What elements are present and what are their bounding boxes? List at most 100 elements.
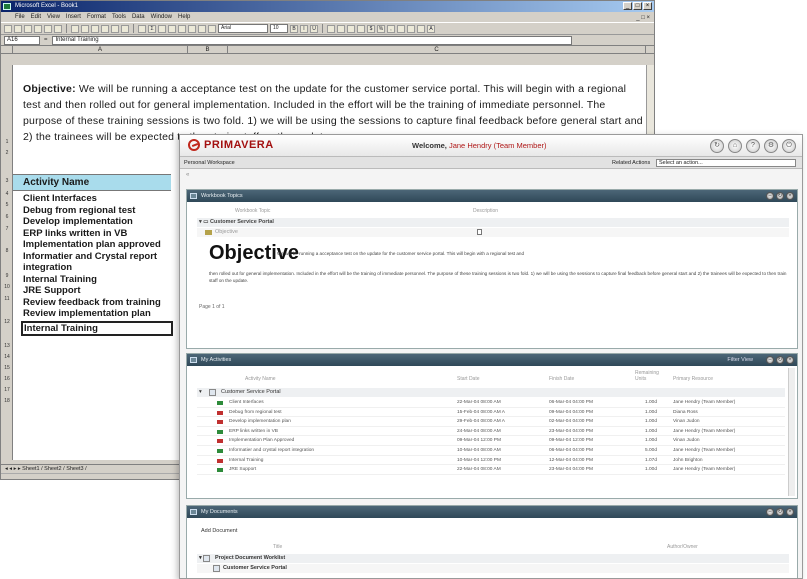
align-left-icon[interactable]	[327, 24, 335, 33]
col-start-date[interactable]: Start Date	[457, 376, 480, 382]
row-number[interactable]: 4	[1, 191, 13, 197]
column-header-a[interactable]: A	[13, 46, 188, 53]
percent-icon[interactable]: %	[377, 24, 385, 33]
document-folder-row[interactable]: ▾ Project Document Worklist	[197, 554, 789, 563]
row-number[interactable]: 6	[1, 214, 13, 220]
function-icon[interactable]	[158, 24, 166, 33]
col-primary-resource[interactable]: Primary Resource	[673, 376, 713, 382]
menu-format[interactable]: Format	[87, 12, 106, 22]
name-box[interactable]: A16	[4, 35, 40, 45]
activity-cell[interactable]: Informatier and Crystal report integrati…	[23, 251, 173, 274]
undo-icon[interactable]	[111, 24, 119, 33]
workspace-title[interactable]: Personal Workspace	[184, 160, 235, 166]
formula-input[interactable]: Internal Training	[51, 35, 572, 45]
document-subfolder-row[interactable]: Customer Service Portal	[197, 564, 789, 573]
autosum-icon[interactable]: Σ	[148, 24, 156, 33]
col-finish-date[interactable]: Finish Date	[549, 376, 574, 382]
activity-row[interactable]: ERP links written in VB 24-Mar-04 08:00 A…	[197, 427, 785, 437]
row-number[interactable]: 3	[1, 178, 13, 184]
user-name[interactable]: Jane Hendry (Team Member)	[449, 141, 547, 150]
row-number[interactable]: 7	[1, 226, 13, 232]
column-header-c[interactable]: C	[228, 46, 646, 53]
align-center-icon[interactable]	[337, 24, 345, 33]
font-color-icon[interactable]: A	[427, 24, 435, 33]
activity-cell[interactable]: Implementation plan approved	[23, 239, 173, 251]
copy-icon[interactable]	[81, 24, 89, 33]
underline-icon[interactable]: U	[310, 24, 318, 33]
select-all-corner[interactable]	[1, 46, 13, 53]
activity-name-header[interactable]: Activity Name	[13, 174, 171, 191]
font-name-select[interactable]: Arial	[218, 24, 268, 33]
collapse-icon[interactable]: ▾	[199, 388, 202, 397]
activity-row[interactable]: Develop implementation plan 29-Feb-04 08:…	[197, 417, 785, 427]
activity-cell[interactable]: Debug from regional test	[23, 205, 173, 217]
format-painter-icon[interactable]	[101, 24, 109, 33]
activity-row[interactable]: Implementation Plan Approved 09-Mar-04 12…	[197, 436, 785, 446]
activity-row[interactable]: Debug from regional test 15-Feb-04 08:00 …	[197, 408, 785, 418]
bold-icon[interactable]: B	[290, 24, 298, 33]
preview-icon[interactable]	[44, 24, 52, 33]
close-icon[interactable]: ×	[643, 2, 652, 10]
portlet-refresh-icon[interactable]: ↻	[776, 356, 784, 364]
activities-scrollbar[interactable]	[788, 368, 795, 496]
activity-row[interactable]: JRE Support 22-Mar-04 08:00 AM 23-Mar-04 0…	[197, 465, 785, 475]
row-number[interactable]: 17	[1, 387, 13, 393]
row-number[interactable]: 16	[1, 376, 13, 382]
italic-icon[interactable]: I	[300, 24, 308, 33]
portlet-minimize-icon[interactable]: –	[766, 508, 774, 516]
menu-help[interactable]: Help	[178, 12, 190, 22]
collapse-arrow-icon[interactable]: «	[186, 172, 189, 178]
row-number[interactable]: 1	[1, 139, 13, 145]
activity-cell[interactable]: JRE Support	[23, 285, 173, 297]
sheet-tab-list[interactable]: Sheet1 / Sheet2 / Sheet3 /	[22, 466, 87, 472]
font-size-select[interactable]: 10	[270, 24, 288, 33]
excel-titlebar[interactable]: Microsoft Excel - Book1 _ □ ×	[1, 1, 654, 12]
activity-cell[interactable]: Review feedback from training	[23, 297, 173, 309]
minimize-icon[interactable]: _	[623, 2, 632, 10]
home-icon[interactable]: ⌂	[728, 139, 742, 153]
activity-row[interactable]: Informatier and crystal report integrati…	[197, 446, 785, 456]
menu-insert[interactable]: Insert	[66, 12, 81, 22]
hyperlink-icon[interactable]	[138, 24, 146, 33]
sort-descending-icon[interactable]	[178, 24, 186, 33]
add-document-link[interactable]: Add Document	[201, 528, 237, 534]
refresh-icon[interactable]: ↻	[710, 139, 724, 153]
merge-center-icon[interactable]	[357, 24, 365, 33]
help-icon[interactable]: ?	[746, 139, 760, 153]
portlet-minimize-icon[interactable]: –	[766, 356, 774, 364]
spelling-icon[interactable]	[54, 24, 62, 33]
row-number[interactable]: 2	[1, 150, 13, 156]
portlet-close-icon[interactable]: ×	[786, 508, 794, 516]
menu-view[interactable]: View	[47, 12, 60, 22]
column-header-b[interactable]: B	[188, 46, 228, 53]
menu-data[interactable]: Data	[132, 12, 145, 22]
formula-icon[interactable]: =	[44, 37, 48, 43]
menu-edit[interactable]: Edit	[31, 12, 41, 22]
activity-row[interactable]: Internal Training 10-Mar-04 12:00 PM 12-Ma…	[197, 456, 785, 466]
settings-icon[interactable]: ⚙	[764, 139, 778, 153]
col-title[interactable]: Title	[273, 544, 282, 550]
portlet-close-icon[interactable]: ×	[786, 356, 794, 364]
redo-icon[interactable]	[121, 24, 129, 33]
col-author-owner[interactable]: Author/Owner	[667, 544, 698, 550]
row-number[interactable]: 5	[1, 202, 13, 208]
drawing-icon[interactable]	[198, 24, 206, 33]
maximize-icon[interactable]: □	[633, 2, 642, 10]
zoom-icon[interactable]	[208, 24, 216, 33]
portlet-minimize-icon[interactable]: –	[766, 192, 774, 200]
logout-icon[interactable]: ⏻	[782, 139, 796, 153]
portlet-refresh-icon[interactable]: ↻	[776, 192, 784, 200]
filter-view-link[interactable]: Filter View	[727, 354, 753, 366]
row-number[interactable]: 18	[1, 398, 13, 404]
cut-icon[interactable]	[71, 24, 79, 33]
tree-topic-row[interactable]: Objective	[197, 228, 789, 237]
decimal-icon[interactable]	[397, 24, 405, 33]
activity-cell[interactable]: Internal Training	[23, 274, 173, 286]
activity-cell-selected[interactable]: Internal Training	[21, 320, 173, 336]
row-number[interactable]: 13	[1, 343, 13, 349]
activity-cell[interactable]: ERP links written in VB	[23, 228, 173, 240]
sheet-nav-arrows[interactable]: ◂ ◂ ▸ ▸	[5, 466, 22, 472]
print-icon[interactable]	[34, 24, 42, 33]
row-number[interactable]: 12	[1, 319, 13, 325]
comma-icon[interactable]: ,	[387, 24, 395, 33]
